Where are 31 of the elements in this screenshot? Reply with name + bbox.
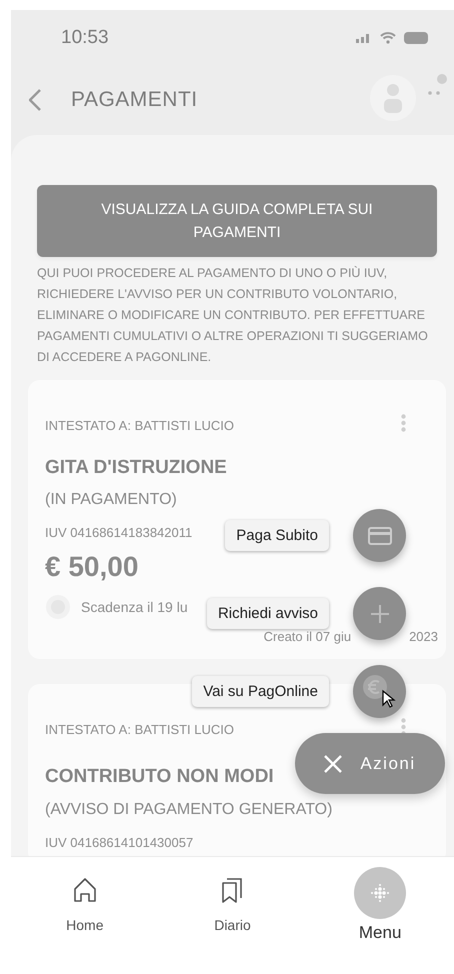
card-holder: INTESTATO A: BATTISTI LUCIO: [45, 722, 234, 737]
bookmarks-icon: [221, 877, 244, 903]
due-date: Scadenza il 19 lu: [81, 599, 188, 615]
card-title: GITA D'ISTRUZIONE: [45, 457, 227, 479]
action-label[interactable]: Vai su PagOnline: [192, 676, 329, 707]
card-holder: INTESTATO A: BATTISTI LUCIO: [45, 418, 234, 433]
back-icon[interactable]: [29, 89, 41, 111]
status-time: 10:53: [61, 26, 109, 48]
intro-text: QUI PUOI PROCEDERE AL PAGAMENTO DI UNO O PIÙ IUV, RICHIEDERE L'AVVISO PER UN CONTRIBUTO VOLONTARIO, ELIMINARE O MODIFICARE UN CONTRIBUTO. PER EFFETTUARE PAGAMENTI CUMULATIVI O ALTRE OPERAZIONI TI SUGGERIAMO DI ACCEDERE A PAGONLINE.: [37, 265, 429, 366]
card-status: (IN PAGAMENTO): [45, 491, 177, 509]
battery-icon: [404, 32, 430, 44]
wifi-icon: [380, 32, 396, 44]
iuv-code: IUV 04168614183842011: [45, 525, 192, 540]
created-year: 2023: [409, 629, 438, 645]
close-icon: [324, 754, 342, 772]
nav-tab[interactable]: Menu: [306, 865, 454, 974]
plus-icon: [370, 604, 390, 624]
iuv-code: IUV 04168614101430057: [45, 835, 194, 850]
action-label[interactable]: Paga Subito: [225, 520, 329, 551]
card-status: (AVVISO DI PAGAMENTO GENERATO): [45, 801, 332, 819]
page-title: PAGAMENTI: [71, 88, 198, 112]
card-title: CONTRIBUTO NON MODI: [45, 766, 274, 788]
nav-tab[interactable]: Diario: [158, 865, 306, 974]
euro-coin-icon: [362, 674, 388, 700]
created-date: Creato il 07 giu: [264, 629, 352, 645]
nav-tab[interactable]: Home: [11, 865, 159, 974]
signal-icon: [356, 32, 372, 42]
action-label[interactable]: Richiedi avviso: [206, 598, 329, 629]
home-icon: [72, 877, 97, 903]
credit-card-icon: [368, 526, 392, 544]
amount: € 50,00: [45, 551, 138, 583]
